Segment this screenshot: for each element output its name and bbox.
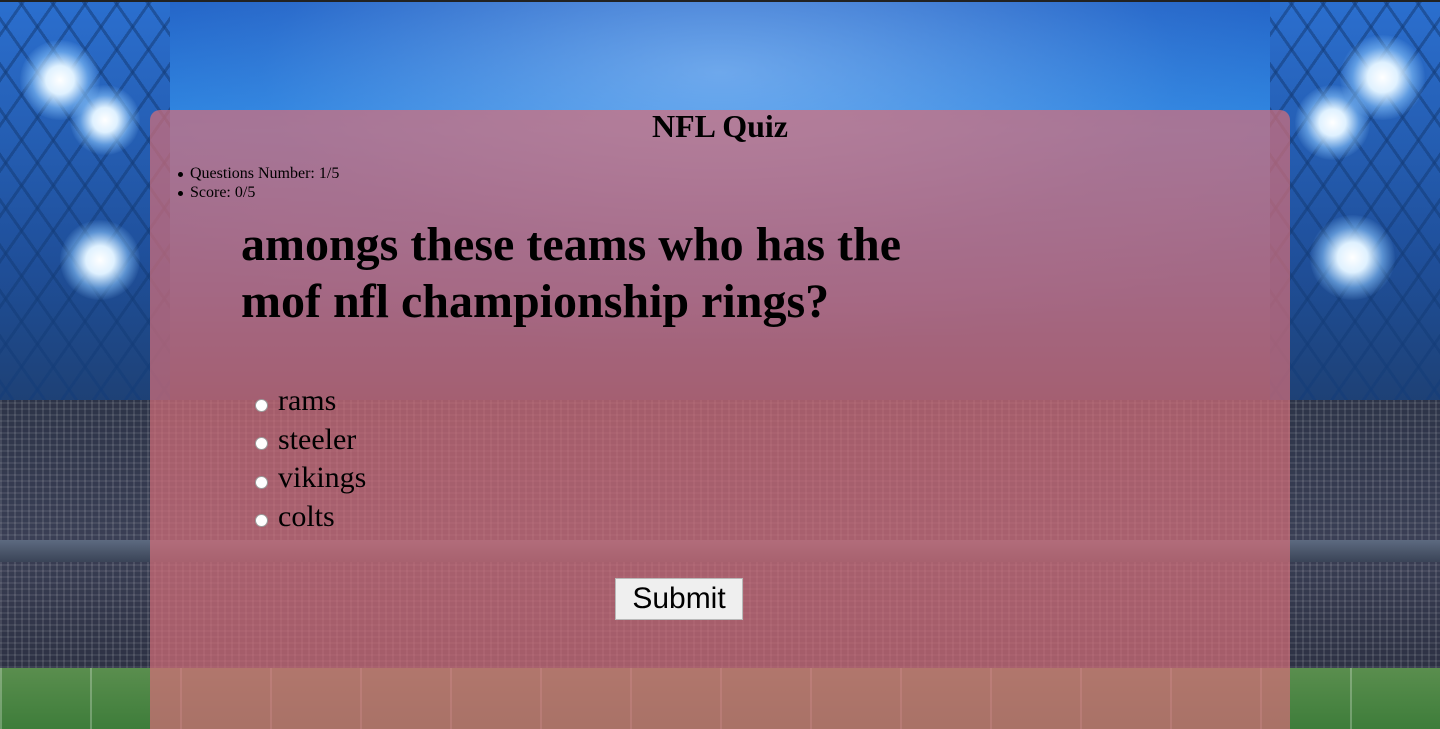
answer-label[interactable]: vikings: [278, 461, 366, 495]
answer-option[interactable]: vikings: [254, 459, 366, 498]
stadium-light: [1310, 215, 1395, 300]
page-title: NFL Quiz: [651, 108, 788, 144]
radio-button[interactable]: [255, 475, 268, 489]
answer-label[interactable]: colts: [278, 500, 335, 534]
radio-button[interactable]: [255, 437, 268, 451]
stadium-background: NFL Quiz Questions Number: 1/5 Score: 0/…: [0, 0, 1440, 729]
answer-label[interactable]: steeler: [278, 423, 356, 457]
answer-option[interactable]: rams: [254, 382, 366, 421]
answer-option[interactable]: colts: [254, 498, 366, 537]
question-text: amongs these teams who has the mof nfl c…: [241, 218, 901, 328]
question-number: Questions Number: 1/5: [177, 165, 340, 182]
answer-option[interactable]: steeler: [254, 421, 366, 460]
score: Score: 0/5: [177, 183, 339, 202]
answer-options: rams steeler vikings colts: [254, 382, 366, 536]
quiz-stats: Questions Number: 1/5 Score: 0/5: [177, 164, 340, 202]
radio-button[interactable]: [255, 398, 268, 412]
answer-label[interactable]: rams: [278, 384, 336, 418]
submit-button[interactable]: Submit: [615, 578, 743, 620]
top-border: [0, 0, 1440, 2]
radio-button[interactable]: [255, 514, 268, 528]
stadium-light: [60, 220, 140, 300]
